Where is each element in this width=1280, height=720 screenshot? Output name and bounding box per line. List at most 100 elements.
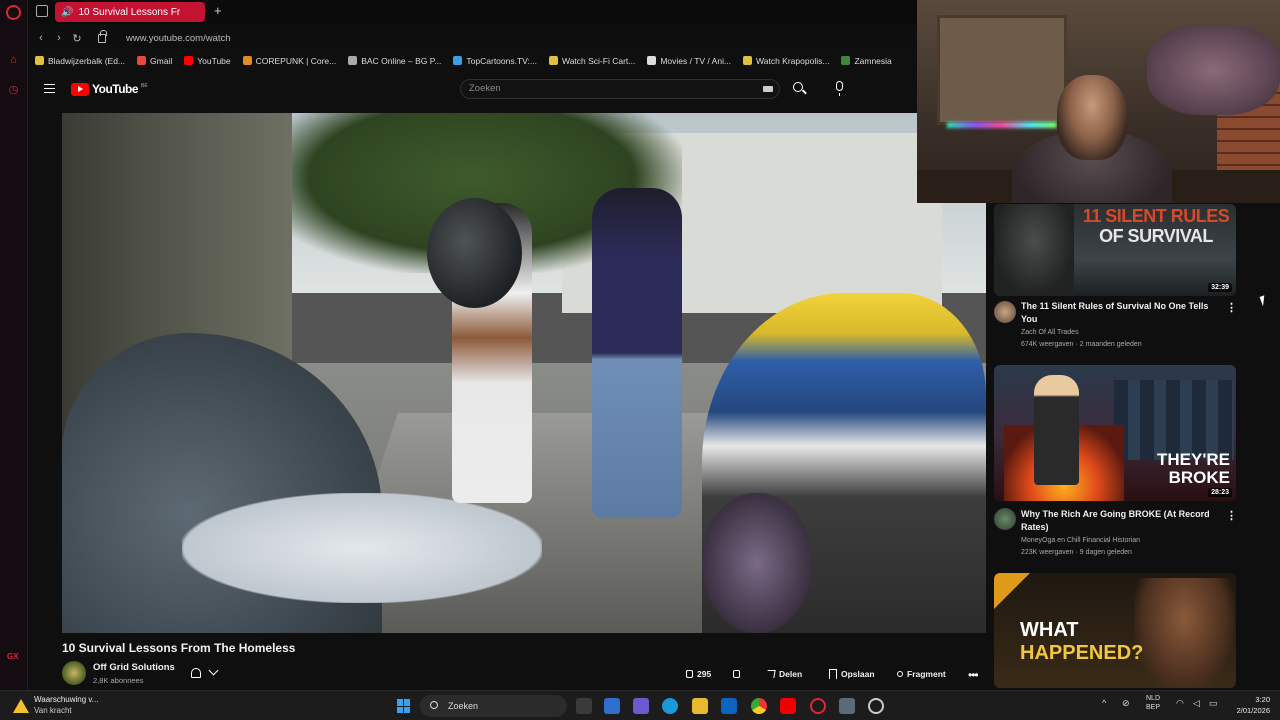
- more-actions-icon[interactable]: •••: [968, 668, 979, 682]
- bookmark-item[interactable]: BAC Online – BG P...: [348, 56, 441, 66]
- clock[interactable]: 3:20 2/01/2026: [1226, 694, 1270, 716]
- bookmark-item[interactable]: Watch Krapopolis...: [743, 56, 829, 66]
- back-icon[interactable]: ‹: [32, 32, 50, 44]
- like-count: 295: [697, 669, 712, 679]
- recommendation-channel[interactable]: MoneyOga en Chill Financial Historian: [1021, 537, 1140, 544]
- clip-button[interactable]: Fragment: [897, 667, 946, 681]
- opera-gx-icon[interactable]: [810, 698, 826, 714]
- channel-avatar[interactable]: [62, 661, 86, 685]
- youtube-header: YouTube BE Zoeken: [28, 74, 917, 104]
- channel-avatar[interactable]: [994, 301, 1016, 323]
- url-field[interactable]: www.youtube.com/watch: [126, 33, 231, 44]
- search-input[interactable]: Zoeken: [460, 79, 780, 99]
- windows-start-icon[interactable]: [397, 699, 411, 713]
- teams-icon[interactable]: [633, 698, 649, 714]
- weather-warning-icon[interactable]: [13, 699, 29, 713]
- notification-title[interactable]: Waarschuwing v...: [34, 695, 98, 704]
- settings-gear-icon[interactable]: [868, 698, 884, 714]
- forward-icon[interactable]: ›: [50, 32, 68, 44]
- bookmark-favicon-icon: [647, 56, 657, 65]
- volume-icon[interactable]: ◁: [1193, 698, 1200, 709]
- taskbar-search[interactable]: Zoeken: [420, 695, 567, 717]
- thumbnail-text-line-2: BROKE: [1168, 468, 1230, 487]
- youtube-app-icon[interactable]: [780, 698, 796, 714]
- bookmark-favicon-icon: [841, 56, 851, 65]
- keyboard-icon[interactable]: [763, 86, 773, 92]
- file-explorer-icon[interactable]: [692, 698, 708, 714]
- recommendation-title[interactable]: The 11 Silent Rules of Survival No One T…: [1021, 300, 1221, 326]
- recommendation-thumbnail[interactable]: 11 SILENT RULES OF SURVIVAL 32:39: [994, 204, 1236, 296]
- bookmark-item[interactable]: Watch Sci-Fi Cart...: [548, 56, 635, 66]
- wifi-icon[interactable]: ◠: [1176, 698, 1184, 709]
- bookmark-favicon-icon: [453, 56, 463, 65]
- bookmark-item[interactable]: Zamnesia: [841, 56, 892, 66]
- bell-icon[interactable]: [191, 668, 201, 678]
- calculator-icon[interactable]: [839, 698, 855, 714]
- save-button[interactable]: Opslaan: [829, 667, 875, 681]
- bookmark-favicon-icon: [743, 56, 753, 65]
- outlook-icon[interactable]: [721, 698, 737, 714]
- microphone-icon[interactable]: [836, 81, 843, 96]
- edge-icon[interactable]: [662, 698, 678, 714]
- menu-icon[interactable]: [44, 84, 55, 93]
- tab-menu-icon[interactable]: [36, 5, 48, 17]
- bookmark-item[interactable]: TopCartoons.TV:...: [453, 56, 537, 66]
- thumbs-up-icon: [686, 670, 693, 678]
- youtube-logo[interactable]: YouTube BE: [71, 82, 148, 96]
- store-icon[interactable]: [604, 698, 620, 714]
- video-player[interactable]: [62, 113, 986, 633]
- thumbnail-text-line-1: THEY'RE: [1157, 450, 1230, 469]
- bookmark-label: TopCartoons.TV:...: [466, 55, 537, 66]
- tray-app-icon[interactable]: ⊘: [1122, 698, 1130, 709]
- language-indicator[interactable]: NLD BEP: [1146, 694, 1160, 712]
- thumbnail-text-line-2: OF SURVIVAL: [1099, 226, 1213, 246]
- chrome-icon[interactable]: [751, 698, 767, 714]
- bookmark-item[interactable]: YouTube: [184, 55, 231, 66]
- shopping-bag-icon[interactable]: ⌂: [7, 54, 20, 67]
- recommendation-channel[interactable]: Zach Of All Trades: [1021, 329, 1079, 336]
- channel-name[interactable]: Off Grid Solutions: [93, 662, 175, 673]
- more-vert-icon[interactable]: ⋮: [1226, 301, 1237, 314]
- bookmark-favicon-icon: [348, 56, 358, 65]
- webcam-board: [937, 15, 1067, 125]
- history-icon[interactable]: ◷: [7, 84, 20, 97]
- bookmark-label: YouTube: [197, 55, 231, 66]
- video-title: 10 Survival Lessons From The Homeless: [62, 641, 296, 655]
- address-bar: ‹ › ↻ www.youtube.com/watch: [28, 27, 917, 49]
- bookmark-item[interactable]: Movies / TV / Ani...: [647, 56, 731, 66]
- more-vert-icon[interactable]: ⋮: [1226, 509, 1237, 522]
- recommendation-title[interactable]: Why The Rich Are Going BROKE (At Record …: [1021, 508, 1221, 534]
- bookmark-favicon-icon: [548, 56, 558, 65]
- thumbnail-soldier: [994, 204, 1074, 296]
- search-icon[interactable]: [792, 81, 806, 95]
- tab-active[interactable]: 🔊 10 Survival Lessons Fr: [55, 2, 205, 22]
- bookmark-item[interactable]: Bladwijzerbalk (Ed...: [35, 56, 125, 66]
- bookmark-favicon-icon: [35, 56, 44, 65]
- bookmark-item[interactable]: Gmail: [137, 56, 172, 66]
- reload-icon[interactable]: ↻: [68, 32, 86, 45]
- tray-expand-icon[interactable]: ^: [1102, 698, 1106, 708]
- opera-logo-icon[interactable]: [6, 5, 21, 20]
- bookmark-favicon-icon: [242, 56, 252, 65]
- task-view-icon[interactable]: [576, 698, 592, 714]
- like-button[interactable]: 295: [683, 667, 711, 681]
- channel-avatar[interactable]: [994, 508, 1016, 530]
- battery-icon[interactable]: ▭: [1209, 698, 1218, 709]
- chevron-down-icon[interactable]: [208, 665, 219, 676]
- share-button[interactable]: Delen: [766, 667, 802, 681]
- language-code: NLD: [1146, 695, 1161, 702]
- thumbnail-man: [1034, 375, 1079, 485]
- bookmark-label: COREPUNK | Core...: [255, 55, 337, 66]
- bookmark-label: Movies / TV / Ani...: [660, 55, 732, 66]
- recommendation-thumbnail[interactable]: THEY'RE BROKE 28:23: [994, 365, 1236, 501]
- speaker-icon[interactable]: 🔊: [61, 7, 73, 18]
- clip-label: Fragment: [907, 669, 946, 679]
- thumbnail-text: 11 SILENT RULES OF SURVIVAL: [1076, 206, 1236, 246]
- new-tab-icon[interactable]: +: [214, 3, 222, 18]
- thumbnail-text-line-1: WHAT: [1020, 619, 1079, 641]
- bookmark-item[interactable]: COREPUNK | Core...: [242, 55, 337, 66]
- video-frame-cart: [702, 493, 812, 633]
- recommendation-thumbnail[interactable]: WHAT HAPPENED?: [994, 573, 1236, 688]
- gx-badge[interactable]: GX: [7, 652, 19, 661]
- dislike-button[interactable]: [733, 667, 740, 681]
